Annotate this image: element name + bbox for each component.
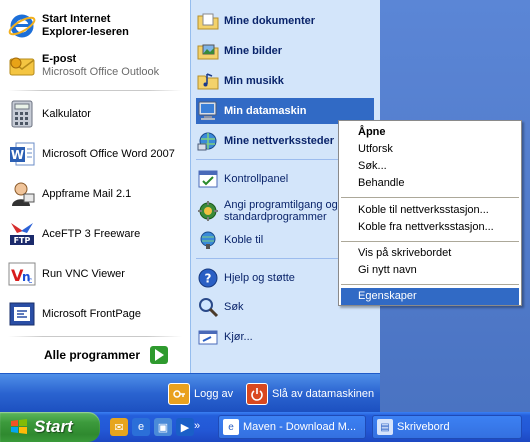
ctx-show-on-desktop[interactable]: Vis på skrivebordet	[341, 245, 519, 262]
recent-label-vnc: Run VNC Viewer	[42, 267, 125, 280]
windows-logo-icon	[10, 418, 28, 436]
recent-aceftp[interactable]: FTP AceFTP 3 Freeware	[6, 218, 140, 250]
help-icon: ?	[196, 266, 220, 290]
place-my-music[interactable]: Min musikk	[196, 68, 374, 94]
place-label-my-network: Mine nettverkssteder	[224, 134, 335, 147]
logoff-button[interactable]: Logg av	[168, 382, 233, 406]
program-access-line1: Angi programtilgang og	[224, 199, 338, 211]
appframe-mail-icon	[6, 178, 38, 210]
recent-label-frontpage: Microsoft FrontPage	[42, 307, 142, 320]
pinned-internet-explorer[interactable]: Start Internet Explorer-leseren	[6, 8, 129, 44]
start-button[interactable]: Start	[0, 412, 100, 442]
context-menu: Åpne Utforsk Søk... Behandle Koble til n…	[338, 120, 522, 306]
recent-label-aceftp: AceFTP 3 Freeware	[42, 227, 141, 240]
start-menu-left-pane: Start Internet Explorer-leseren E-post Mic…	[0, 0, 190, 373]
ctx-separator	[341, 284, 519, 285]
green-arrow-icon	[150, 346, 169, 364]
ctx-separator	[341, 197, 519, 198]
svg-text:FTP: FTP	[14, 236, 31, 245]
ie-line2: Explorer-leseren	[42, 26, 129, 38]
my-documents-icon	[196, 9, 220, 33]
svg-text:W: W	[11, 148, 24, 162]
recent-label-kalkulator: Kalkulator	[42, 107, 91, 120]
frontpage-icon	[6, 298, 38, 330]
start-label: Start	[34, 417, 73, 436]
quicklaunch-ie-icon[interactable]: e	[132, 418, 150, 436]
tool-run[interactable]: Kjør...	[196, 324, 374, 350]
taskbar-window-maven-label: Maven - Download M...	[243, 421, 357, 433]
all-programs-label: Alle programmer	[44, 348, 141, 362]
left-separator-top	[8, 90, 182, 91]
outlook-icon	[6, 50, 38, 82]
quicklaunch-overflow-icon[interactable]: »	[194, 420, 200, 432]
my-network-icon	[196, 129, 220, 153]
settings-label-control-panel: Kontrollpanel	[224, 172, 289, 185]
recent-vnc[interactable]: Vnc Run VNC Viewer	[6, 258, 125, 290]
recent-label-word: Microsoft Office Word 2007	[42, 147, 175, 160]
email-line2: Microsoft Office Outlook	[42, 66, 160, 78]
ie-line1: Start Internet	[42, 13, 111, 25]
recent-appframe[interactable]: Appframe Mail 2.1	[6, 178, 131, 210]
recent-kalkulator[interactable]: Kalkulator	[6, 98, 91, 130]
desktop-window-icon: ▤	[377, 419, 393, 435]
shutdown-button[interactable]: Slå av datamaskinen	[246, 382, 374, 406]
place-label-my-documents: Mine dokumenter	[224, 14, 316, 27]
logoff-label: Logg av	[194, 388, 234, 400]
place-label-my-computer: Min datamaskin	[224, 104, 307, 117]
email-line1: E-post	[42, 53, 77, 65]
place-label-my-music: Min musikk	[224, 74, 284, 87]
left-separator-bottom	[8, 336, 182, 337]
ctx-explore[interactable]: Utforsk	[341, 141, 519, 158]
quicklaunch-show-desktop-icon[interactable]: ▣	[154, 418, 172, 436]
aceftp-icon: FTP	[6, 218, 38, 250]
logoff-icon	[168, 383, 190, 405]
ctx-search[interactable]: Søk...	[341, 158, 519, 175]
program-access-line2: standardprogrammer	[224, 211, 327, 223]
my-computer-icon	[196, 99, 220, 123]
program-access-icon	[196, 199, 220, 223]
ctx-manage[interactable]: Behandle	[341, 175, 519, 192]
browser-window-icon: e	[223, 419, 239, 435]
shutdown-label: Slå av datamaskinen	[272, 388, 375, 400]
start-menu: Start Internet Explorer-leseren E-post Mic…	[0, 0, 380, 413]
calculator-icon	[6, 98, 38, 130]
ctx-properties[interactable]: Egenskaper	[341, 288, 519, 305]
taskbar: Start ✉ e ▣ ▶ » e Maven - Download M... …	[0, 412, 530, 442]
place-my-documents[interactable]: Mine dokumenter	[196, 8, 374, 34]
place-my-pictures[interactable]: Mine bilder	[196, 38, 374, 64]
ctx-open[interactable]: Åpne	[341, 124, 519, 141]
tool-label-run: Kjør...	[224, 330, 253, 343]
place-label-my-pictures: Mine bilder	[224, 44, 283, 57]
tool-label-help: Hjelp og støtte	[224, 271, 295, 284]
my-pictures-icon	[196, 39, 220, 63]
recent-frontpage[interactable]: Microsoft FrontPage	[6, 298, 141, 330]
start-menu-bottom-bar: Logg av Slå av datamaskinen	[0, 373, 380, 413]
tool-label-search: Søk	[224, 300, 244, 313]
connect-to-icon	[196, 228, 220, 252]
word-icon: W	[6, 138, 38, 170]
vnc-icon: Vnc	[6, 258, 38, 290]
run-icon	[196, 325, 220, 349]
control-panel-icon	[196, 167, 220, 191]
internet-explorer-icon	[6, 10, 38, 42]
svg-text:c: c	[28, 276, 32, 285]
svg-text:?: ?	[205, 272, 212, 286]
quicklaunch-media-player-icon[interactable]: ▶	[176, 418, 194, 436]
my-music-icon	[196, 69, 220, 93]
settings-label-connect-to: Koble til	[224, 233, 264, 246]
recent-word[interactable]: W Microsoft Office Word 2007	[6, 138, 175, 170]
taskbar-window-desktop[interactable]: ▤ Skrivebord	[372, 415, 522, 439]
ctx-rename[interactable]: Gi nytt navn	[341, 262, 519, 279]
ctx-map-network-drive[interactable]: Koble til nettverksstasjon...	[341, 202, 519, 219]
taskbar-window-desktop-label: Skrivebord	[397, 421, 450, 433]
search-icon	[196, 295, 220, 319]
power-icon	[246, 383, 268, 405]
recent-label-appframe: Appframe Mail 2.1	[42, 187, 132, 200]
ctx-separator	[341, 241, 519, 242]
taskbar-window-maven[interactable]: e Maven - Download M...	[218, 415, 366, 439]
quicklaunch-outlook-icon[interactable]: ✉	[110, 418, 128, 436]
ctx-disconnect-network-drive[interactable]: Koble fra nettverksstasjon...	[341, 219, 519, 236]
all-programs-button[interactable]: Alle programmer	[44, 343, 169, 367]
pinned-email[interactable]: E-post Microsoft Office Outlook	[6, 48, 159, 84]
